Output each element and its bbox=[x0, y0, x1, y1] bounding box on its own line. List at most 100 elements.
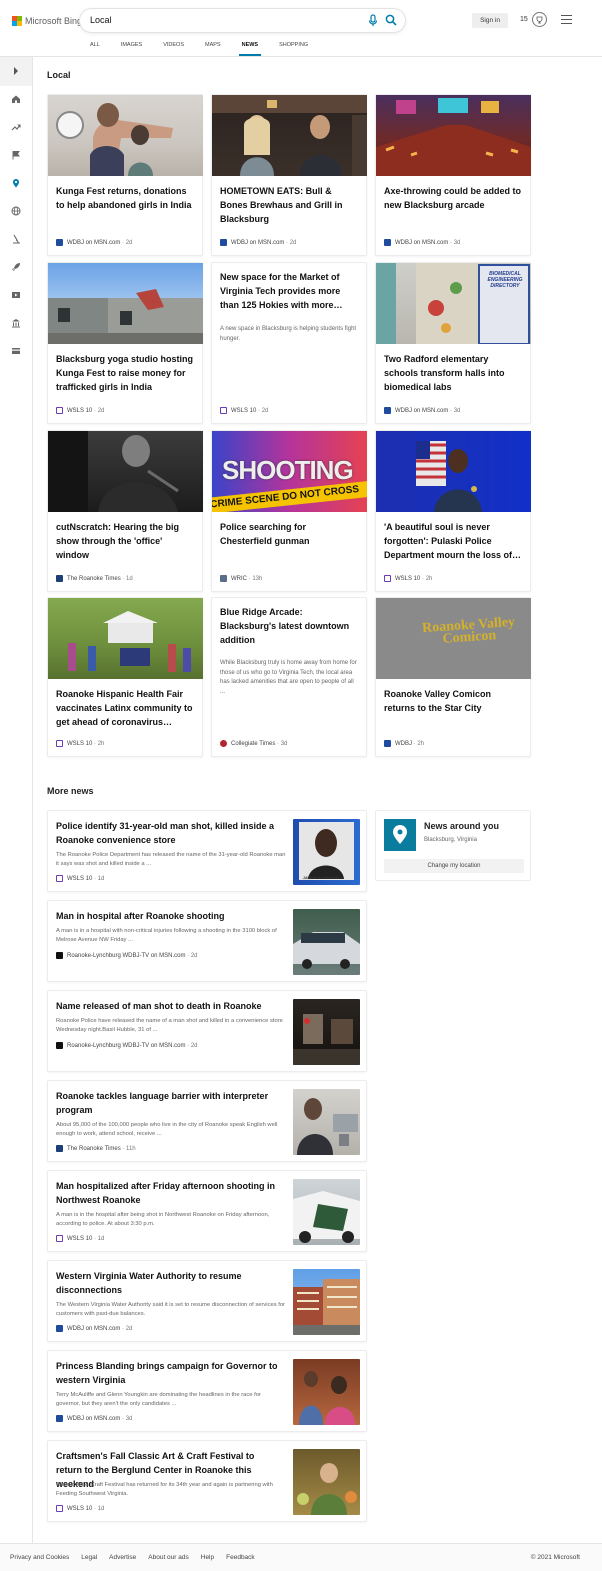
publisher-logo-icon bbox=[384, 575, 391, 582]
item-thumbnail bbox=[293, 1179, 360, 1245]
more-news-item[interactable]: Man in hospital after Roanoke shooting A… bbox=[47, 900, 367, 982]
card-title[interactable]: HOMETOWN EATS: Bull & Bones Brewhaus and… bbox=[220, 184, 360, 226]
card-title[interactable]: 'A beautiful soul is never forgotten': P… bbox=[384, 520, 524, 562]
item-title[interactable]: Man in hospital after Roanoke shooting bbox=[56, 909, 281, 923]
more-news-title: More news bbox=[47, 786, 94, 796]
item-source: Roanoke-Lynchburg WDBJ-TV on MSN.com bbox=[67, 952, 186, 959]
card-meta: WDBJ on MSN.com · 3d bbox=[384, 239, 460, 246]
search-icon[interactable] bbox=[385, 14, 397, 26]
flag-icon[interactable] bbox=[11, 150, 21, 160]
card-image bbox=[212, 95, 367, 176]
item-title[interactable]: Man hospitalized after Friday afternoon … bbox=[56, 1179, 281, 1207]
card-source: The Roanoke Times bbox=[67, 575, 121, 582]
card-title[interactable]: Blacksburg yoga studio hosting Kunga Fes… bbox=[56, 352, 196, 394]
news-card[interactable]: BIOMEDICAL ENGINEERING DIRECTORY Two Rad… bbox=[375, 262, 531, 424]
news-card[interactable]: Roanoke Valley Comicon Roanoke Valley Co… bbox=[375, 597, 531, 757]
news-around-title: News around you bbox=[424, 821, 500, 831]
item-meta: Roanoke-Lynchburg WDBJ-TV on MSN.com · 2… bbox=[56, 1042, 198, 1049]
sign-in-button[interactable]: Sign in bbox=[472, 13, 508, 28]
card-title[interactable]: New space for the Market of Virginia Tec… bbox=[220, 270, 360, 312]
globe-icon[interactable] bbox=[11, 206, 21, 216]
bank-icon[interactable] bbox=[11, 318, 21, 328]
tab-maps[interactable]: MAPS bbox=[205, 41, 221, 57]
change-location-button[interactable]: Change my location bbox=[384, 859, 524, 873]
item-title[interactable]: Western Virginia Water Authority to resu… bbox=[56, 1269, 281, 1297]
card-meta: WDBJ on MSN.com · 3d bbox=[384, 407, 460, 414]
tab-videos[interactable]: VIDEOS bbox=[163, 41, 184, 57]
footer-link-legal[interactable]: Legal bbox=[81, 1554, 97, 1561]
card-title[interactable]: Kunga Fest returns, donations to help ab… bbox=[56, 184, 196, 212]
item-title[interactable]: Princess Blanding brings campaign for Go… bbox=[56, 1359, 281, 1387]
hamburger-menu-icon[interactable] bbox=[561, 15, 572, 24]
publisher-logo-icon bbox=[56, 1415, 63, 1422]
footer-link-feedback[interactable]: Feedback bbox=[226, 1554, 255, 1561]
item-thumbnail bbox=[293, 1449, 360, 1515]
card-title[interactable]: Blue Ridge Arcade: Blacksburg's latest d… bbox=[220, 605, 360, 647]
card-age: 1d bbox=[126, 575, 133, 582]
news-card[interactable]: Blue Ridge Arcade: Blacksburg's latest d… bbox=[211, 597, 367, 757]
item-title[interactable]: Roanoke tackles language barrier with in… bbox=[56, 1089, 281, 1117]
item-meta: The Roanoke Times · 11h bbox=[56, 1145, 136, 1152]
news-card[interactable]: 'A beautiful soul is never forgotten': P… bbox=[375, 430, 531, 592]
bing-logo[interactable]: Microsoft Bing bbox=[12, 15, 82, 27]
copyright: © 2021 Microsoft bbox=[530, 1554, 580, 1561]
card-title[interactable]: Police searching for Chesterfield gunman bbox=[220, 520, 360, 548]
credit-card-icon[interactable] bbox=[11, 346, 21, 356]
location-pin-icon bbox=[384, 819, 416, 851]
comicon-sign-text: Roanoke Valley Comicon bbox=[421, 614, 516, 647]
microscope-icon[interactable] bbox=[11, 234, 21, 244]
footer-link-privacy[interactable]: Privacy and Cookies bbox=[10, 1554, 69, 1561]
search-box[interactable]: Local bbox=[80, 9, 405, 32]
card-title[interactable]: Roanoke Hispanic Health Fair vaccinates … bbox=[56, 687, 196, 729]
news-card[interactable]: Roanoke Hispanic Health Fair vaccinates … bbox=[47, 597, 203, 757]
card-meta: WDBJ on MSN.com · 2d bbox=[220, 239, 296, 246]
trending-icon[interactable] bbox=[11, 122, 21, 132]
item-source: WSLS 10 bbox=[67, 1235, 93, 1242]
publisher-logo-icon bbox=[56, 239, 63, 246]
item-thumbnail bbox=[293, 1269, 360, 1335]
card-title[interactable]: Roanoke Valley Comicon returns to the St… bbox=[384, 687, 524, 715]
news-card[interactable]: cutNscratch: Hearing the big show throug… bbox=[47, 430, 203, 592]
tab-all[interactable]: ALL bbox=[90, 41, 100, 57]
tab-shopping[interactable]: SHOPPING bbox=[279, 41, 308, 57]
rocket-icon[interactable] bbox=[11, 262, 21, 272]
microphone-icon[interactable] bbox=[367, 14, 379, 27]
home-icon[interactable] bbox=[11, 94, 21, 104]
more-news-item[interactable]: Name released of man shot to death in Ro… bbox=[47, 990, 367, 1072]
more-news-item[interactable]: Craftsmen's Fall Classic Art & Craft Fes… bbox=[47, 1440, 367, 1522]
news-card[interactable]: HOMETOWN EATS: Bull & Bones Brewhaus and… bbox=[211, 94, 367, 256]
footer-link-advertise[interactable]: Advertise bbox=[109, 1554, 136, 1561]
tab-news[interactable]: NEWS bbox=[238, 41, 261, 57]
more-news-item[interactable]: Man hospitalized after Friday afternoon … bbox=[47, 1170, 367, 1252]
news-card[interactable]: New space for the Market of Virginia Tec… bbox=[211, 262, 367, 424]
news-card[interactable]: SHOOTING CRIME SCENE DO NOT CROSS Police… bbox=[211, 430, 367, 592]
more-news-item[interactable]: Western Virginia Water Authority to resu… bbox=[47, 1260, 367, 1342]
rewards-icon[interactable] bbox=[532, 12, 547, 27]
card-source: WDBJ on MSN.com bbox=[395, 407, 449, 414]
search-input[interactable]: Local bbox=[90, 15, 112, 25]
item-title[interactable]: Name released of man shot to death in Ro… bbox=[56, 999, 281, 1013]
card-source: WDBJ on MSN.com bbox=[231, 239, 285, 246]
news-card[interactable]: Blacksburg yoga studio hosting Kunga Fes… bbox=[47, 262, 203, 424]
card-meta: The Roanoke Times · 1d bbox=[56, 575, 133, 582]
item-title[interactable]: Police identify 31-year-old man shot, ki… bbox=[56, 819, 281, 847]
video-icon[interactable] bbox=[11, 290, 21, 300]
card-age: 3d bbox=[453, 239, 461, 246]
news-card[interactable]: Kunga Fest returns, donations to help ab… bbox=[47, 94, 203, 256]
directory-sign-text: BIOMEDICAL ENGINEERING DIRECTORY bbox=[487, 271, 523, 289]
footer-link-about-ads[interactable]: About our ads bbox=[148, 1554, 188, 1561]
more-news-item[interactable]: Roanoke tackles language barrier with in… bbox=[47, 1080, 367, 1162]
publisher-logo-icon bbox=[220, 407, 227, 414]
footer-link-help[interactable]: Help bbox=[201, 1554, 214, 1561]
location-icon[interactable] bbox=[11, 178, 21, 188]
card-title[interactable]: Axe-throwing could be added to new Black… bbox=[384, 184, 524, 212]
more-news-item[interactable]: Princess Blanding brings campaign for Go… bbox=[47, 1350, 367, 1432]
card-image bbox=[48, 598, 203, 679]
more-news-item[interactable]: Police identify 31-year-old man shot, ki… bbox=[47, 810, 367, 892]
card-title[interactable]: Two Radford elementary schools transform… bbox=[384, 352, 524, 394]
card-title[interactable]: cutNscratch: Hearing the big show throug… bbox=[56, 520, 196, 562]
tab-images[interactable]: IMAGES bbox=[121, 41, 142, 57]
item-meta: WDBJ on MSN.com · 2d bbox=[56, 1325, 132, 1332]
news-card[interactable]: Axe-throwing could be added to new Black… bbox=[375, 94, 531, 256]
sidebar-expand-button[interactable] bbox=[0, 57, 32, 86]
